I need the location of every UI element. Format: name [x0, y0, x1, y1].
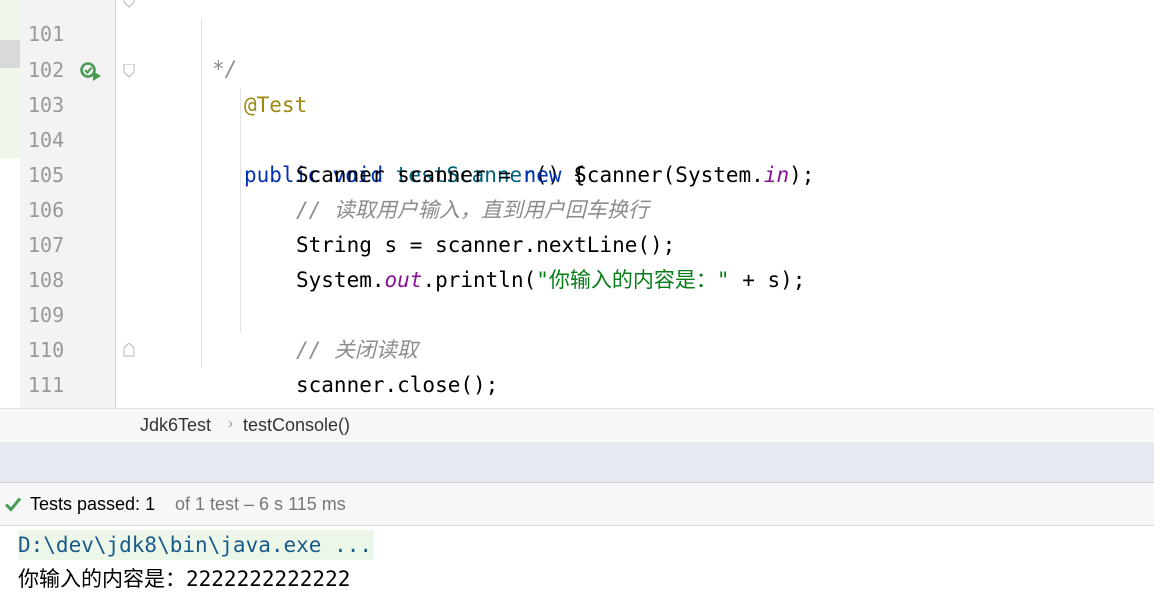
breadcrumb-separator: ›: [228, 415, 233, 432]
code-line-111[interactable]: 111 }: [0, 333, 1154, 397]
fold-marker-icon[interactable]: [123, 343, 135, 357]
test-status-detail: of 1 test – 6 s 115 ms: [175, 494, 346, 514]
code-line-112[interactable]: 112: [0, 368, 1154, 403]
code-line-101[interactable]: 101 */: [0, 0, 1154, 81]
code-line-105[interactable]: 105 // 读取用户输入，直到用户回车换行: [0, 123, 1154, 222]
code-line-104[interactable]: 104 Scanner scanner = new Scanner(System…: [0, 88, 1154, 187]
code-line-106[interactable]: 106 String s = scanner.nextLine();: [0, 158, 1154, 257]
code-line-107[interactable]: 107 System.out.println("你输入的内容是：" + s);: [0, 193, 1154, 292]
breadcrumb: Jdk6Test › testConsole(): [0, 408, 1154, 443]
fold-marker-icon[interactable]: [123, 64, 135, 78]
breadcrumb-method[interactable]: testConsole(): [243, 415, 350, 436]
test-status-bar: Tests passed: 1 of 1 test – 6 s 115 ms: [0, 483, 1154, 526]
passed-count: 1: [145, 494, 156, 514]
breadcrumb-class[interactable]: Jdk6Test: [140, 415, 211, 436]
test-status-label: Tests passed: 1: [30, 494, 156, 514]
code-line-109[interactable]: 109 // 关闭读取: [0, 263, 1154, 362]
console-command-line[interactable]: D:\dev\jdk8\bin\java.exe ...: [18, 530, 375, 560]
check-icon: [4, 497, 22, 512]
run-tool-window-header: [0, 442, 1154, 483]
code-line-103[interactable]: 103 public void testScanner() {: [0, 53, 1154, 187]
code-editor[interactable]: 101 */ 102 @Test 103 public void testSca…: [0, 0, 1154, 408]
console-output-text: 你输入的内容是：2222222222222: [18, 567, 351, 591]
run-test-icon[interactable]: [80, 61, 102, 81]
code-line-102[interactable]: 102 @Test: [0, 18, 1154, 117]
code-line-110[interactable]: 110 scanner.close();: [0, 298, 1154, 397]
fold-marker-icon[interactable]: [123, 0, 135, 8]
console-output[interactable]: D:\dev\jdk8\bin\java.exe ... 你输入的内容是：222…: [0, 526, 1154, 611]
code-line-108[interactable]: 108: [0, 228, 1154, 292]
